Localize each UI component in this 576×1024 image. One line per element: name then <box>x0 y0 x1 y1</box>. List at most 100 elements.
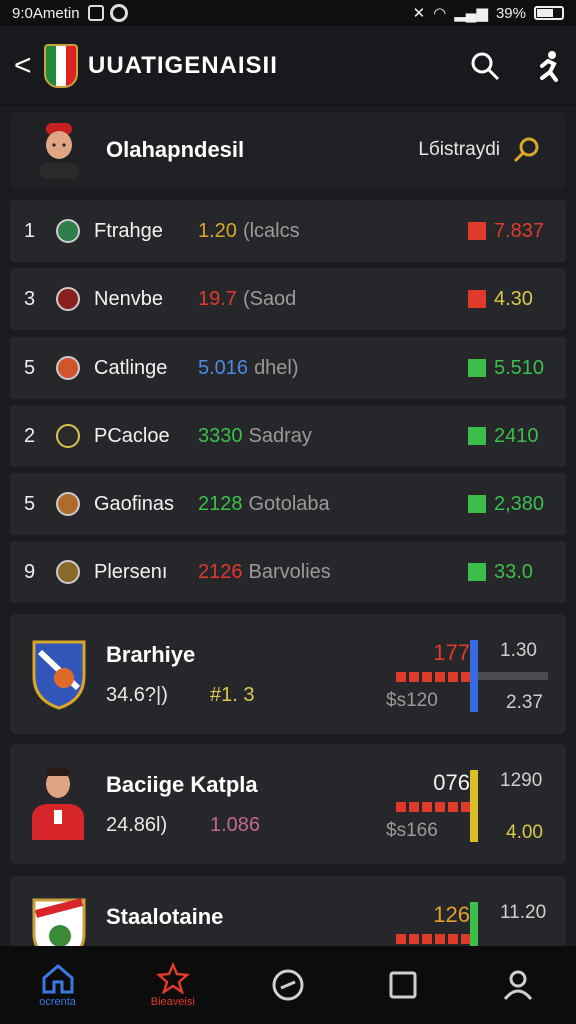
trend-indicator <box>468 563 486 581</box>
team-value: 4.30 <box>494 287 533 310</box>
back-arrow-icon[interactable]: < <box>14 49 36 83</box>
card-top-value: 126 <box>433 902 470 927</box>
team-note: Gotolaba <box>248 492 330 515</box>
player-avatar <box>32 768 84 840</box>
trend-indicator <box>468 290 486 308</box>
team-note: dhel) <box>254 356 299 379</box>
mute-icon: ✕ <box>412 5 426 22</box>
card-number: 1.086 <box>210 814 261 836</box>
team-value: 2,380 <box>494 492 545 515</box>
card-number: #1. 3 <box>210 684 255 706</box>
shield-crest-icon <box>32 640 86 710</box>
card-subtext: $s120 <box>386 690 438 711</box>
team-score: 3330 <box>198 424 243 447</box>
wifi-icon: ◠ <box>433 5 447 22</box>
team-value: 5.510 <box>494 356 545 379</box>
team-score: 2128 <box>198 492 243 515</box>
trend-indicator <box>468 427 486 445</box>
team-card[interactable]: Brarhiye 34.6?|) #1. 3 177 $s120 1.30 2.… <box>10 614 566 734</box>
card-right-top: 1.30 <box>500 640 537 661</box>
card-title: Staalotaine <box>106 904 224 929</box>
avatar <box>39 123 79 179</box>
team-note: (lcalcs <box>242 219 300 242</box>
team-value: 7.837 <box>494 219 545 242</box>
home-icon <box>42 964 74 994</box>
profile-link[interactable]: Lбistraydi <box>418 139 500 161</box>
team-name: PCacloe <box>94 424 170 447</box>
team-badge-icon <box>56 424 80 448</box>
star-icon <box>155 962 190 994</box>
page-title: UUATIGENAISII <box>88 51 278 79</box>
card-right-top: 11.20 <box>500 902 547 923</box>
team-name: Nenvbe <box>94 287 163 310</box>
team-note: (Saod <box>242 287 297 310</box>
team-badge-icon <box>56 492 80 516</box>
compass-icon <box>272 969 304 1001</box>
card-percentage: 24.86l) <box>106 814 168 836</box>
status-bar: 9:0Ametin ✕ ◠ ▂▄▆ 39% <box>0 0 576 26</box>
trend-indicator <box>468 222 486 240</box>
card-right-bottom: 4.00 <box>506 822 543 843</box>
team-badge-icon <box>56 560 80 584</box>
card-title: Baciige Katpla <box>106 772 258 797</box>
card-right-top: 1290 <box>500 770 543 791</box>
ranking-row[interactable]: 1 Ftrahge 1.20 (lcalcs 7.837 <box>10 200 566 262</box>
team-score: 2126 <box>198 560 243 583</box>
nav-home-label: ocrenta <box>39 996 76 1008</box>
battery-icon <box>534 6 564 20</box>
ranking-row[interactable]: 5 Catlinge 5.016 dhel) 5.510 <box>10 337 566 399</box>
user-icon <box>504 970 533 1000</box>
rank-number: 1 <box>24 219 36 242</box>
signal-icon: ▂▄▆ <box>454 5 488 22</box>
team-note: Sadray <box>248 424 312 447</box>
team-name: Ftrahge <box>94 219 163 242</box>
profile-header[interactable]: Olahapndesil Lбistraydi <box>10 112 566 188</box>
rank-number: 2 <box>24 424 36 447</box>
nav-favorites[interactable]: Bieaveisi <box>133 962 213 1008</box>
search-icon[interactable] <box>512 135 542 165</box>
team-crest-icon <box>44 43 78 88</box>
team-name: Catlinge <box>94 356 168 379</box>
runner-icon[interactable] <box>536 50 562 82</box>
card-vertical-bar <box>470 770 478 842</box>
team-value: 2410 <box>494 424 539 447</box>
nav-favorites-label: Bieaveisi <box>150 996 195 1008</box>
nav-home[interactable]: ocrenta <box>18 962 98 1008</box>
card-horizontal-bar <box>478 672 548 680</box>
team-card[interactable]: Baciige Katpla 24.86l) 1.086 076 $s166 1… <box>10 744 566 864</box>
status-time: 9:0Ametin <box>12 4 80 22</box>
rank-number: 5 <box>24 356 36 379</box>
card-subtext: $s166 <box>386 820 438 841</box>
card-title: Brarhiye <box>106 642 196 667</box>
card-top-value: 177 <box>433 640 470 665</box>
card-bar-indicator <box>396 672 471 682</box>
square-icon <box>389 971 417 999</box>
rank-number: 9 <box>24 560 36 583</box>
rank-number: 3 <box>24 287 36 310</box>
rank-number: 5 <box>24 492 36 515</box>
team-value: 33.0 <box>494 560 533 583</box>
app-bar: < UUATIGENAISII <box>0 26 576 106</box>
search-icon[interactable] <box>470 51 500 81</box>
sync-icon <box>109 4 128 22</box>
team-score: 1.20 <box>198 219 237 242</box>
nav-tabs[interactable] <box>363 970 443 1000</box>
trend-indicator <box>468 495 486 513</box>
team-badge-icon <box>56 356 80 380</box>
team-name: Plersenı <box>94 560 168 583</box>
team-note: Barvolies <box>248 560 331 583</box>
team-badge-icon <box>56 287 80 311</box>
ranking-row[interactable]: 3 Nenvbe 19.7 (Saod 4.30 <box>10 268 566 330</box>
card-top-value: 076 <box>433 770 470 795</box>
ranking-row[interactable]: 2 PCacloe 3330 Sadray 2410 <box>10 405 566 467</box>
team-badge-icon <box>56 219 80 243</box>
card-bar-indicator <box>396 934 471 944</box>
ranking-row[interactable]: 9 Plersenı 2126 Barvolies 33.0 <box>10 541 566 603</box>
battery-level: 39% <box>495 4 526 22</box>
ranking-row[interactable]: 5 Gaofinas 2128 Gotolaba 2,380 <box>10 473 566 535</box>
nav-profile[interactable] <box>478 969 558 1001</box>
card-percentage: 34.6?|) <box>106 684 168 706</box>
bottom-navigation: ocrenta Bieaveisi <box>0 946 576 1024</box>
notification-icon <box>87 5 104 21</box>
nav-explore[interactable] <box>248 968 328 1002</box>
